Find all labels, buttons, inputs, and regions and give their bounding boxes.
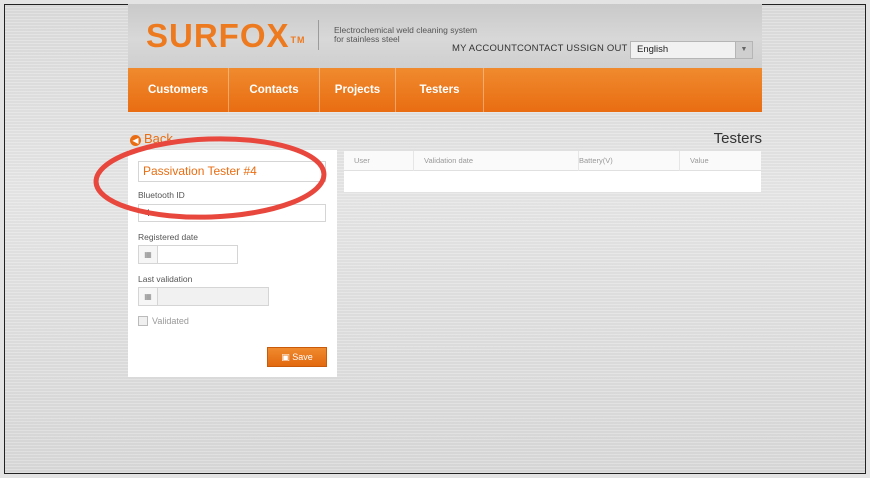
nav-item-testers[interactable]: Testers [396, 68, 484, 112]
registered-date-label: Registered date [138, 232, 199, 242]
last-validation-label: Last validation [138, 274, 193, 284]
floppy-disk-icon: ▣ [281, 352, 290, 362]
last-validation-field: ▦ [138, 287, 269, 306]
registered-date-field[interactable]: ▦ [138, 245, 238, 264]
sign-out-link[interactable]: SIGN OUT [580, 43, 628, 54]
table-body-empty [344, 171, 761, 192]
back-label: Back [144, 131, 173, 146]
nav-item-contacts[interactable]: Contacts [229, 68, 320, 112]
col-battery[interactable]: Battery(V) [569, 151, 680, 171]
validated-checkbox[interactable] [138, 316, 148, 326]
col-user[interactable]: User [344, 151, 414, 171]
tester-form-panel: Passivation Tester #4 Bluetooth ID 4 Reg… [128, 150, 337, 377]
validations-table: User Validation date Battery(V) Value [344, 151, 761, 192]
nav-item-projects[interactable]: Projects [320, 68, 396, 112]
page-title: Testers [713, 130, 762, 147]
save-button[interactable]: ▣ Save [267, 347, 327, 367]
bluetooth-id-field[interactable]: 4 [138, 204, 326, 222]
validated-label: Validated [152, 316, 189, 326]
header-divider [318, 20, 319, 50]
tagline: Electrochemical weld cleaning system for… [334, 25, 478, 44]
bluetooth-id-label: Bluetooth ID [138, 190, 185, 200]
calendar-icon: ▦ [139, 288, 158, 305]
col-validation-date[interactable]: Validation date [414, 151, 579, 171]
chevron-down-icon[interactable]: ▼ [735, 42, 752, 58]
surfox-logo[interactable]: SURFOXTM [146, 18, 306, 54]
language-select[interactable]: English ▼ [630, 41, 753, 59]
main-nav: Customers Contacts Projects Testers [128, 68, 762, 112]
my-account-link[interactable]: MY ACCOUNT [452, 43, 517, 54]
nav-item-customers[interactable]: Customers [128, 68, 229, 112]
col-value[interactable]: Value [680, 151, 761, 171]
tester-name-field[interactable]: Passivation Tester #4 [138, 161, 326, 182]
arrow-left-circle-icon: ◀ [130, 135, 141, 146]
contact-us-link[interactable]: CONTACT US [517, 43, 580, 54]
back-link[interactable]: ◀ Back [130, 131, 173, 146]
table-header: User Validation date Battery(V) Value [344, 151, 761, 171]
language-value: English [637, 44, 669, 55]
calendar-icon[interactable]: ▦ [139, 246, 158, 263]
